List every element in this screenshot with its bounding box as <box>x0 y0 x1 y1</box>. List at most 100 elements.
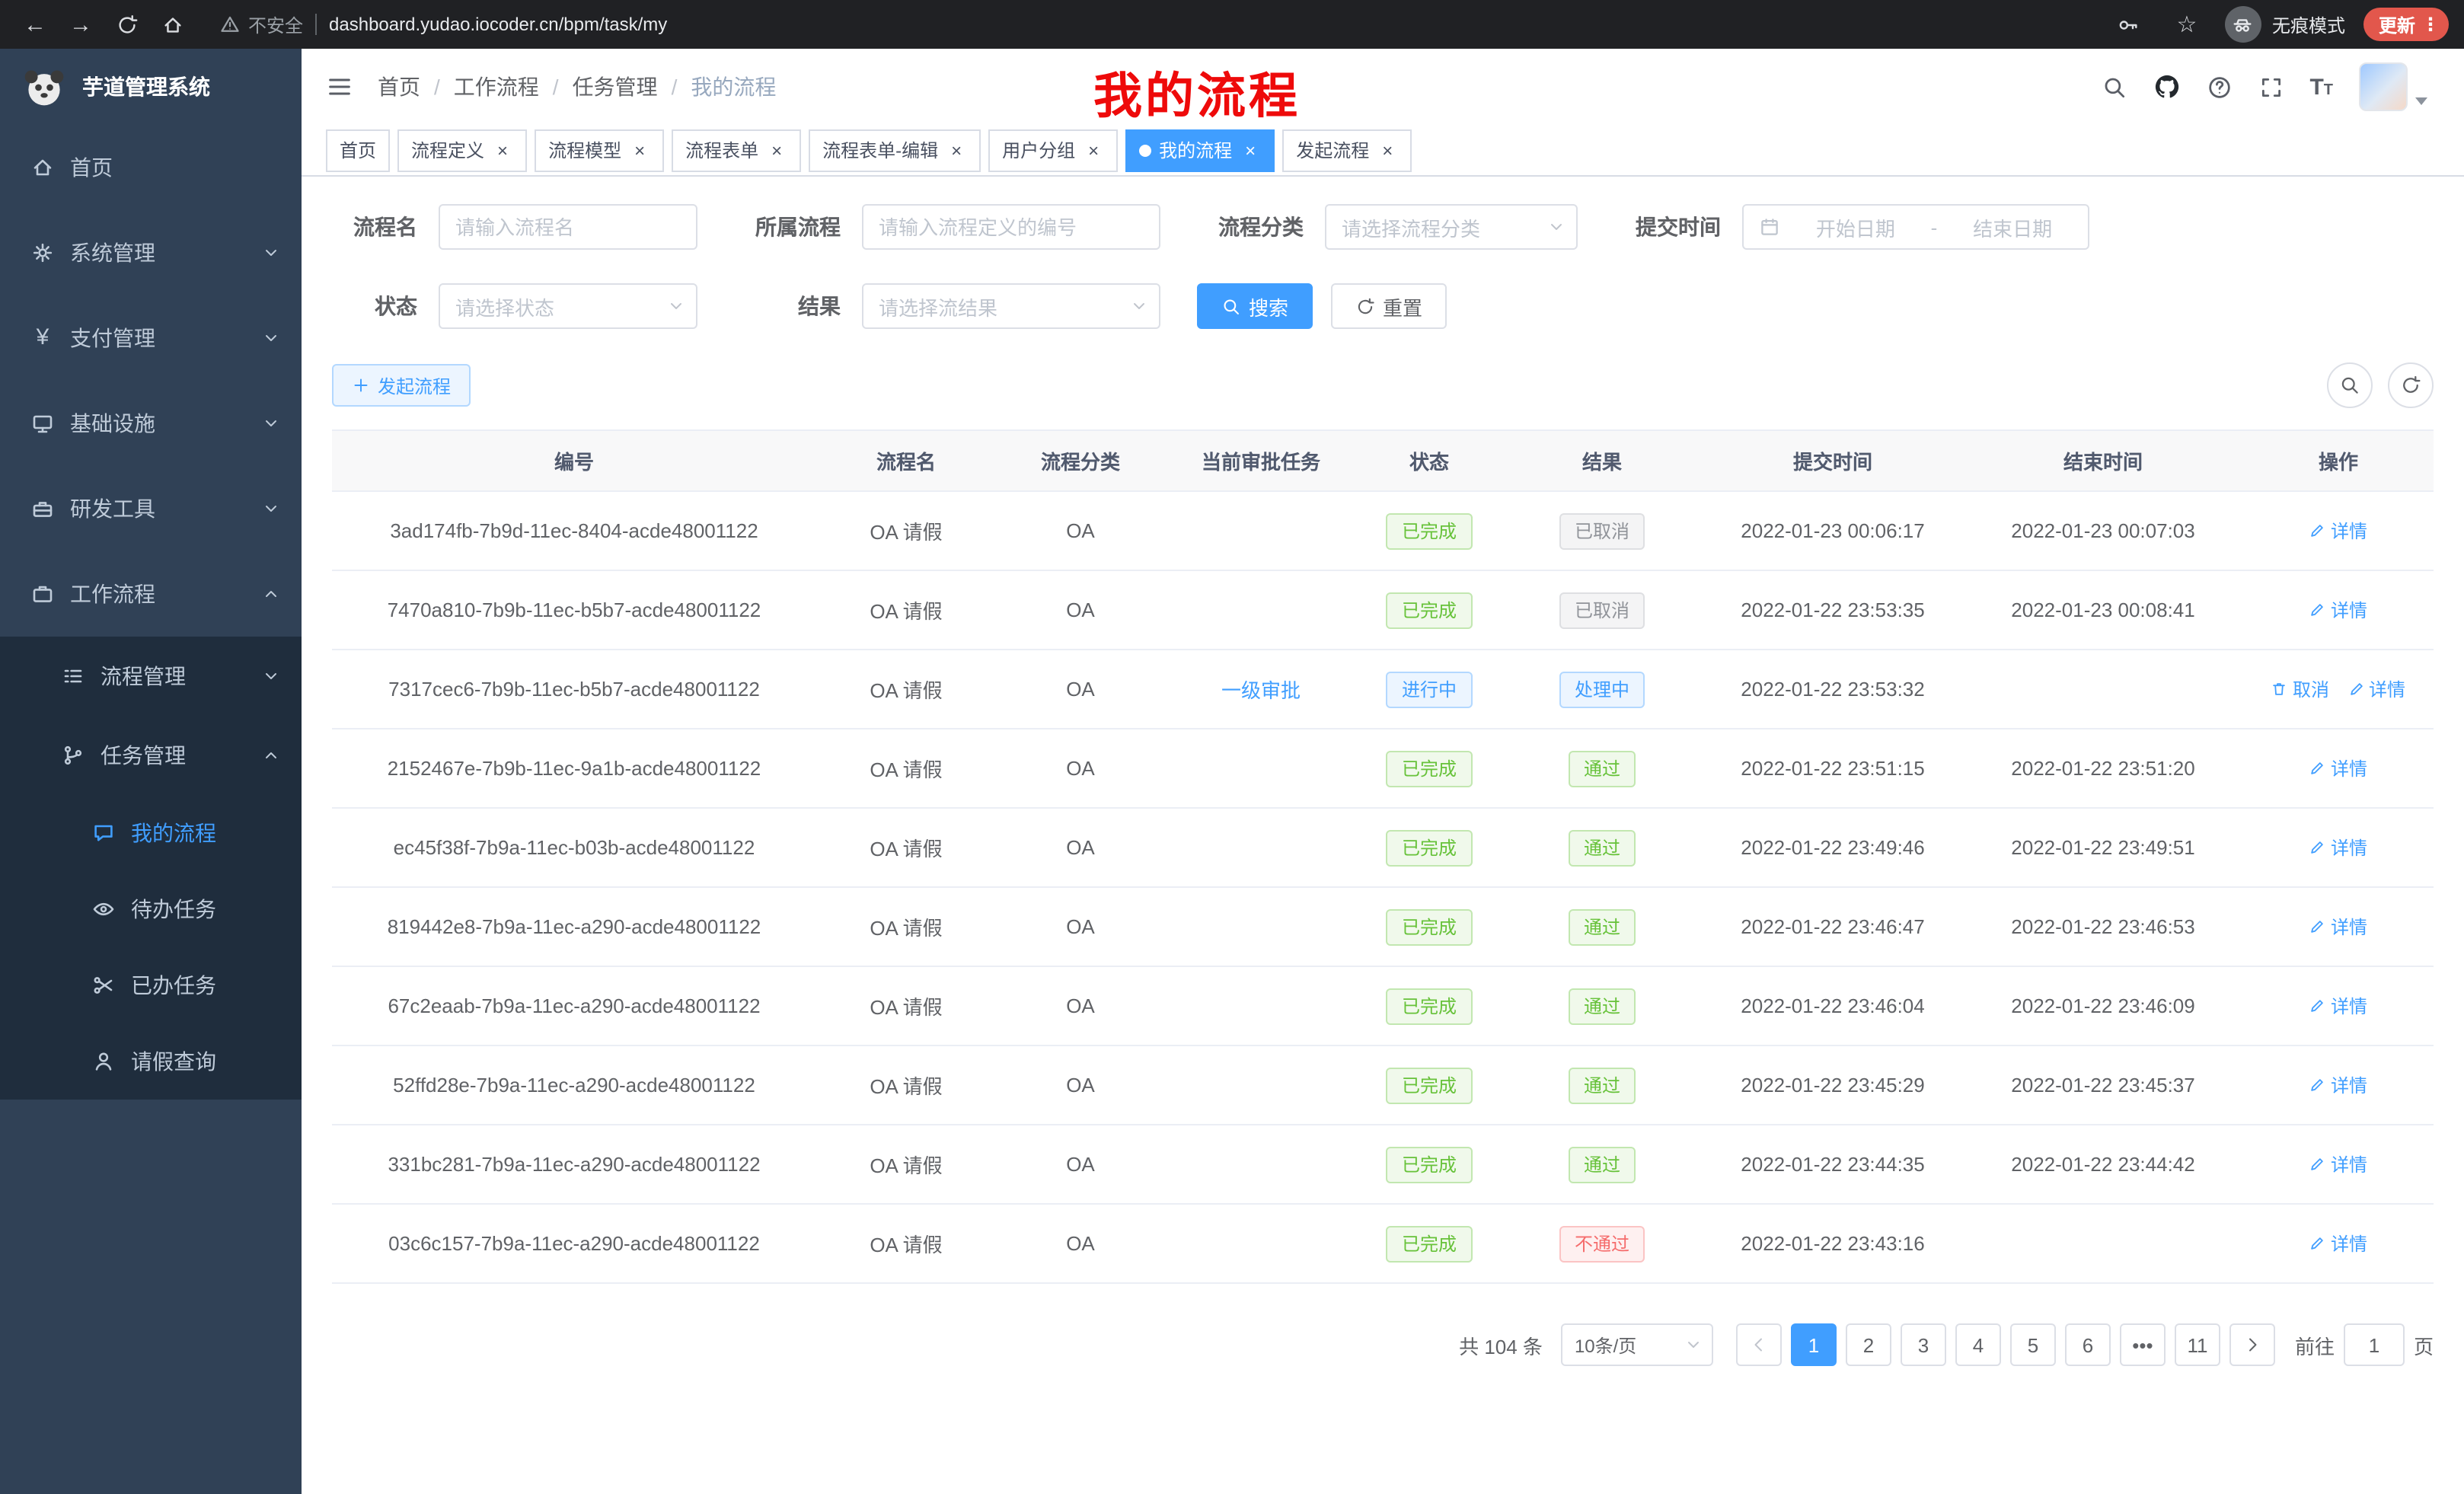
sidebar-item-done-tasks[interactable]: 已办任务 <box>0 947 302 1023</box>
bookmark-star-icon[interactable]: ☆ <box>2167 5 2207 44</box>
edit-icon <box>2309 998 2326 1014</box>
close-icon[interactable]: × <box>1240 139 1261 161</box>
forward-icon[interactable]: → <box>61 5 101 44</box>
refresh-table-button[interactable] <box>2388 362 2434 408</box>
back-icon[interactable]: ← <box>15 5 55 44</box>
github-icon[interactable] <box>2153 73 2180 101</box>
breadcrumb-item-current: 我的流程 <box>691 72 776 102</box>
search-button[interactable]: 搜索 <box>1197 283 1313 329</box>
col-submit-time: 提交时间 <box>1703 430 1963 491</box>
more-options-icon[interactable]: ⋮ <box>2421 14 2440 35</box>
close-icon[interactable]: × <box>1083 139 1104 161</box>
result-badge: 通过 <box>1569 988 1636 1024</box>
detail-button[interactable]: 详情 <box>2309 1151 2367 1177</box>
current-task-link[interactable]: 一级审批 <box>1221 679 1301 702</box>
page-size-select[interactable]: 10条/页 <box>1561 1323 1713 1366</box>
hamburger-icon[interactable] <box>326 73 353 101</box>
sidebar-item-leave-query[interactable]: 请假查询 <box>0 1023 302 1100</box>
detail-button[interactable]: 详情 <box>2309 755 2367 781</box>
goto-page-input[interactable] <box>2344 1323 2405 1366</box>
url-text[interactable]: dashboard.yudao.iocoder.cn/bpm/task/my <box>329 14 667 35</box>
close-icon[interactable]: × <box>629 139 650 161</box>
detail-button[interactable]: 详情 <box>2309 914 2367 940</box>
cell-end-time: 2022-01-23 00:07:03 <box>1963 491 2243 570</box>
cell-end-time: 2022-01-22 23:46:53 <box>1963 887 2243 966</box>
result-badge: 处理中 <box>1559 671 1645 707</box>
search-icon <box>1221 296 1241 316</box>
incognito-badge[interactable]: 无痕模式 <box>2225 6 2345 43</box>
tab-process-form[interactable]: 流程表单 × <box>672 129 801 171</box>
close-icon[interactable]: × <box>946 139 967 161</box>
font-size-icon[interactable]: TT <box>2309 75 2333 98</box>
page-button[interactable]: 11 <box>2175 1323 2220 1366</box>
detail-button[interactable]: 详情 <box>2348 676 2405 702</box>
sidebar-item-task-mgmt[interactable]: 任务管理 <box>0 716 302 795</box>
app-root: 芋道管理系统 首页 系统管理 ¥ 支付管理 <box>0 49 2464 1494</box>
cancel-button[interactable]: 取消 <box>2271 676 2329 702</box>
detail-button[interactable]: 详情 <box>2309 1072 2367 1098</box>
user-menu[interactable] <box>2359 62 2427 111</box>
search-icon[interactable] <box>2101 74 2127 100</box>
status-select[interactable]: 请选择状态 <box>439 283 697 329</box>
name-input[interactable] <box>439 204 697 250</box>
close-icon[interactable]: × <box>1377 139 1398 161</box>
page-button[interactable]: 6 <box>2065 1323 2111 1366</box>
close-icon[interactable]: × <box>492 139 513 161</box>
page-button[interactable]: 2 <box>1846 1323 1891 1366</box>
home-icon <box>30 155 55 180</box>
tab-process-model[interactable]: 流程模型 × <box>535 129 664 171</box>
sidebar-item-process-mgmt[interactable]: 流程管理 <box>0 637 302 716</box>
detail-button[interactable]: 详情 <box>2309 597 2367 623</box>
breadcrumb-item[interactable]: 任务管理 <box>573 72 658 102</box>
date-range-picker[interactable]: 开始日期 - 结束日期 <box>1742 204 2089 250</box>
detail-button[interactable]: 详情 <box>2309 993 2367 1019</box>
tab-process-form-edit[interactable]: 流程表单-编辑 × <box>809 129 981 171</box>
reset-button[interactable]: 重置 <box>1331 283 1447 329</box>
detail-button[interactable]: 详情 <box>2309 835 2367 860</box>
tab-initiate-process[interactable]: 发起流程 × <box>1282 129 1412 171</box>
sidebar-item-my-process[interactable]: 我的流程 <box>0 795 302 871</box>
category-select[interactable]: 请选择流程分类 <box>1325 204 1578 250</box>
result-select[interactable]: 请选择流结果 <box>862 283 1160 329</box>
update-button[interactable]: 更新 ⋮ <box>2363 8 2449 41</box>
tab-process-definition[interactable]: 流程定义 × <box>397 129 527 171</box>
page-button[interactable]: 4 <box>1955 1323 2001 1366</box>
result-badge: 通过 <box>1569 1067 1636 1103</box>
page-button[interactable]: 1 <box>1791 1323 1837 1366</box>
tab-my-process[interactable]: 我的流程 × <box>1125 129 1275 171</box>
home-icon[interactable] <box>152 5 192 44</box>
cell-category: OA <box>996 966 1165 1045</box>
sidebar-item-system[interactable]: 系统管理 <box>0 210 302 295</box>
close-icon[interactable]: × <box>766 139 787 161</box>
sidebar-item-devtools[interactable]: 研发工具 <box>0 466 302 551</box>
page-button[interactable]: 3 <box>1901 1323 1946 1366</box>
next-page-button[interactable] <box>2229 1323 2275 1366</box>
tab-user-group[interactable]: 用户分组 × <box>988 129 1118 171</box>
sidebar-item-infra[interactable]: 基础设施 <box>0 381 302 466</box>
more-pages-button[interactable]: ••• <box>2120 1323 2166 1366</box>
page-button[interactable]: 5 <box>2010 1323 2056 1366</box>
process-input[interactable] <box>862 204 1160 250</box>
fullscreen-icon[interactable] <box>2258 74 2284 100</box>
sidebar-item-workflow[interactable]: 工作流程 <box>0 551 302 637</box>
security-warning[interactable]: 不安全 <box>219 11 303 37</box>
avatar[interactable] <box>2359 62 2408 111</box>
app-logo[interactable]: 芋道管理系统 <box>0 49 302 125</box>
reload-icon[interactable] <box>107 5 146 44</box>
create-process-button[interactable]: 发起流程 <box>332 364 471 407</box>
tab-home[interactable]: 首页 <box>326 129 390 171</box>
sidebar-item-todo-tasks[interactable]: 待办任务 <box>0 871 302 947</box>
sidebar-item-payment[interactable]: ¥ 支付管理 <box>0 295 302 381</box>
cell-task <box>1165 491 1357 570</box>
help-icon[interactable] <box>2206 74 2232 100</box>
breadcrumb-item[interactable]: 首页 <box>378 72 420 102</box>
detail-button[interactable]: 详情 <box>2309 518 2367 544</box>
detail-button[interactable]: 详情 <box>2309 1231 2367 1256</box>
breadcrumb-item[interactable]: 工作流程 <box>454 72 539 102</box>
key-icon[interactable] <box>2109 5 2149 44</box>
gear-icon <box>30 241 55 265</box>
sidebar-item-home[interactable]: 首页 <box>0 125 302 210</box>
prev-page-button[interactable] <box>1736 1323 1782 1366</box>
toggle-search-button[interactable] <box>2327 362 2373 408</box>
address-bar[interactable]: 不安全 dashboard.yudao.iocoder.cn/bpm/task/… <box>219 11 2103 37</box>
